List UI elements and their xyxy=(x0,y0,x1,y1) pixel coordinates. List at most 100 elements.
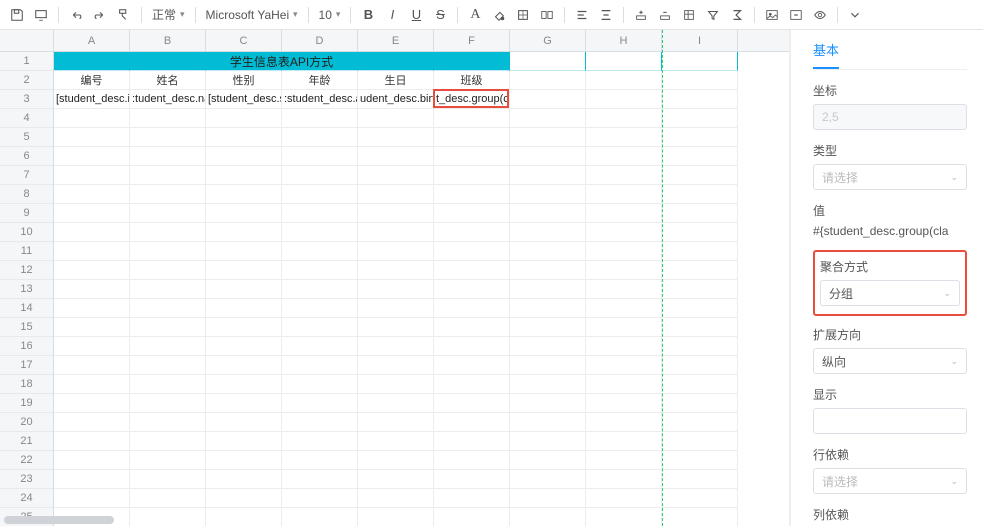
cell[interactable]: 性别 xyxy=(206,71,282,90)
cell[interactable] xyxy=(434,337,510,356)
cell[interactable] xyxy=(434,204,510,223)
cell[interactable] xyxy=(130,337,206,356)
cell[interactable]: 年龄 xyxy=(282,71,358,90)
cell[interactable] xyxy=(54,52,130,71)
cell[interactable] xyxy=(54,185,130,204)
cell[interactable]: 姓名 xyxy=(130,71,206,90)
cell[interactable] xyxy=(358,337,434,356)
row-header[interactable]: 15 xyxy=(0,318,53,337)
cell[interactable] xyxy=(206,470,282,489)
cell[interactable] xyxy=(510,261,586,280)
cell[interactable] xyxy=(510,470,586,489)
cell[interactable] xyxy=(206,204,282,223)
cell[interactable]: [student_desc.id xyxy=(54,90,130,109)
row-header[interactable]: 21 xyxy=(0,432,53,451)
cell[interactable] xyxy=(358,451,434,470)
cell[interactable] xyxy=(662,508,738,526)
cell[interactable] xyxy=(662,394,738,413)
row-header[interactable]: 1 xyxy=(0,52,53,71)
cell[interactable] xyxy=(54,166,130,185)
cell[interactable] xyxy=(206,508,282,526)
cell[interactable] xyxy=(282,147,358,166)
redo-icon[interactable] xyxy=(89,4,111,26)
column-header[interactable]: I xyxy=(662,30,738,51)
eye-icon[interactable] xyxy=(809,4,831,26)
cell[interactable] xyxy=(206,128,282,147)
cell[interactable] xyxy=(54,394,130,413)
row-header[interactable]: 20 xyxy=(0,413,53,432)
underline-button[interactable]: U xyxy=(405,4,427,26)
cell[interactable] xyxy=(510,318,586,337)
cell[interactable] xyxy=(358,375,434,394)
cell[interactable] xyxy=(130,470,206,489)
cell[interactable] xyxy=(662,90,738,109)
cell[interactable] xyxy=(510,52,586,71)
cell[interactable] xyxy=(130,261,206,280)
row-header[interactable]: 4 xyxy=(0,109,53,128)
row-header[interactable]: 23 xyxy=(0,470,53,489)
cell[interactable] xyxy=(662,109,738,128)
sum-button[interactable] xyxy=(726,4,748,26)
cell[interactable] xyxy=(510,356,586,375)
cell[interactable] xyxy=(662,375,738,394)
cell[interactable] xyxy=(206,356,282,375)
cell[interactable] xyxy=(282,337,358,356)
cell[interactable] xyxy=(130,413,206,432)
cell[interactable] xyxy=(662,261,738,280)
cell[interactable]: [student_desc.se xyxy=(206,90,282,109)
cell[interactable]: 生日 xyxy=(358,71,434,90)
cell[interactable] xyxy=(510,508,586,526)
cell[interactable] xyxy=(358,128,434,147)
cell[interactable] xyxy=(54,375,130,394)
cell[interactable] xyxy=(130,299,206,318)
save-icon[interactable] xyxy=(6,4,28,26)
cell[interactable] xyxy=(130,204,206,223)
cell[interactable]: 编号 xyxy=(54,71,130,90)
cell[interactable] xyxy=(662,52,738,71)
cell[interactable] xyxy=(662,432,738,451)
font-select[interactable]: Microsoft YaHei▾ xyxy=(202,4,302,26)
cell[interactable] xyxy=(130,375,206,394)
cell[interactable] xyxy=(54,451,130,470)
cell[interactable] xyxy=(510,223,586,242)
cell[interactable] xyxy=(662,299,738,318)
cell[interactable] xyxy=(510,489,586,508)
cell[interactable] xyxy=(282,508,358,526)
cell[interactable] xyxy=(358,432,434,451)
column-header[interactable]: B xyxy=(130,30,206,51)
cell[interactable] xyxy=(586,413,662,432)
cell[interactable] xyxy=(662,470,738,489)
format-painter-icon[interactable] xyxy=(113,4,135,26)
cell[interactable] xyxy=(282,261,358,280)
cell[interactable] xyxy=(358,223,434,242)
cell[interactable] xyxy=(206,147,282,166)
insert-row-button[interactable] xyxy=(630,4,652,26)
cell[interactable] xyxy=(434,299,510,318)
cell[interactable] xyxy=(130,489,206,508)
cell[interactable] xyxy=(662,413,738,432)
cell[interactable] xyxy=(434,413,510,432)
cell[interactable] xyxy=(586,242,662,261)
cell[interactable] xyxy=(586,71,662,90)
undo-icon[interactable] xyxy=(65,4,87,26)
cell[interactable] xyxy=(130,318,206,337)
cell[interactable] xyxy=(586,128,662,147)
cell[interactable]: :student_desc.ag xyxy=(282,90,358,109)
row-header[interactable]: 7 xyxy=(0,166,53,185)
cell[interactable] xyxy=(510,71,586,90)
cell[interactable] xyxy=(662,489,738,508)
column-header[interactable]: D xyxy=(282,30,358,51)
cell[interactable] xyxy=(586,204,662,223)
cell[interactable] xyxy=(510,299,586,318)
cell[interactable] xyxy=(130,356,206,375)
cell[interactable] xyxy=(130,451,206,470)
column-header[interactable]: E xyxy=(358,30,434,51)
cell[interactable] xyxy=(510,109,586,128)
cell[interactable] xyxy=(282,489,358,508)
cell[interactable] xyxy=(54,242,130,261)
spreadsheet[interactable]: ABCDEFGHI 123456789101112131415161718192… xyxy=(0,30,790,526)
cell[interactable] xyxy=(130,52,206,71)
cell[interactable] xyxy=(206,413,282,432)
cell[interactable] xyxy=(510,280,586,299)
cell[interactable] xyxy=(54,147,130,166)
